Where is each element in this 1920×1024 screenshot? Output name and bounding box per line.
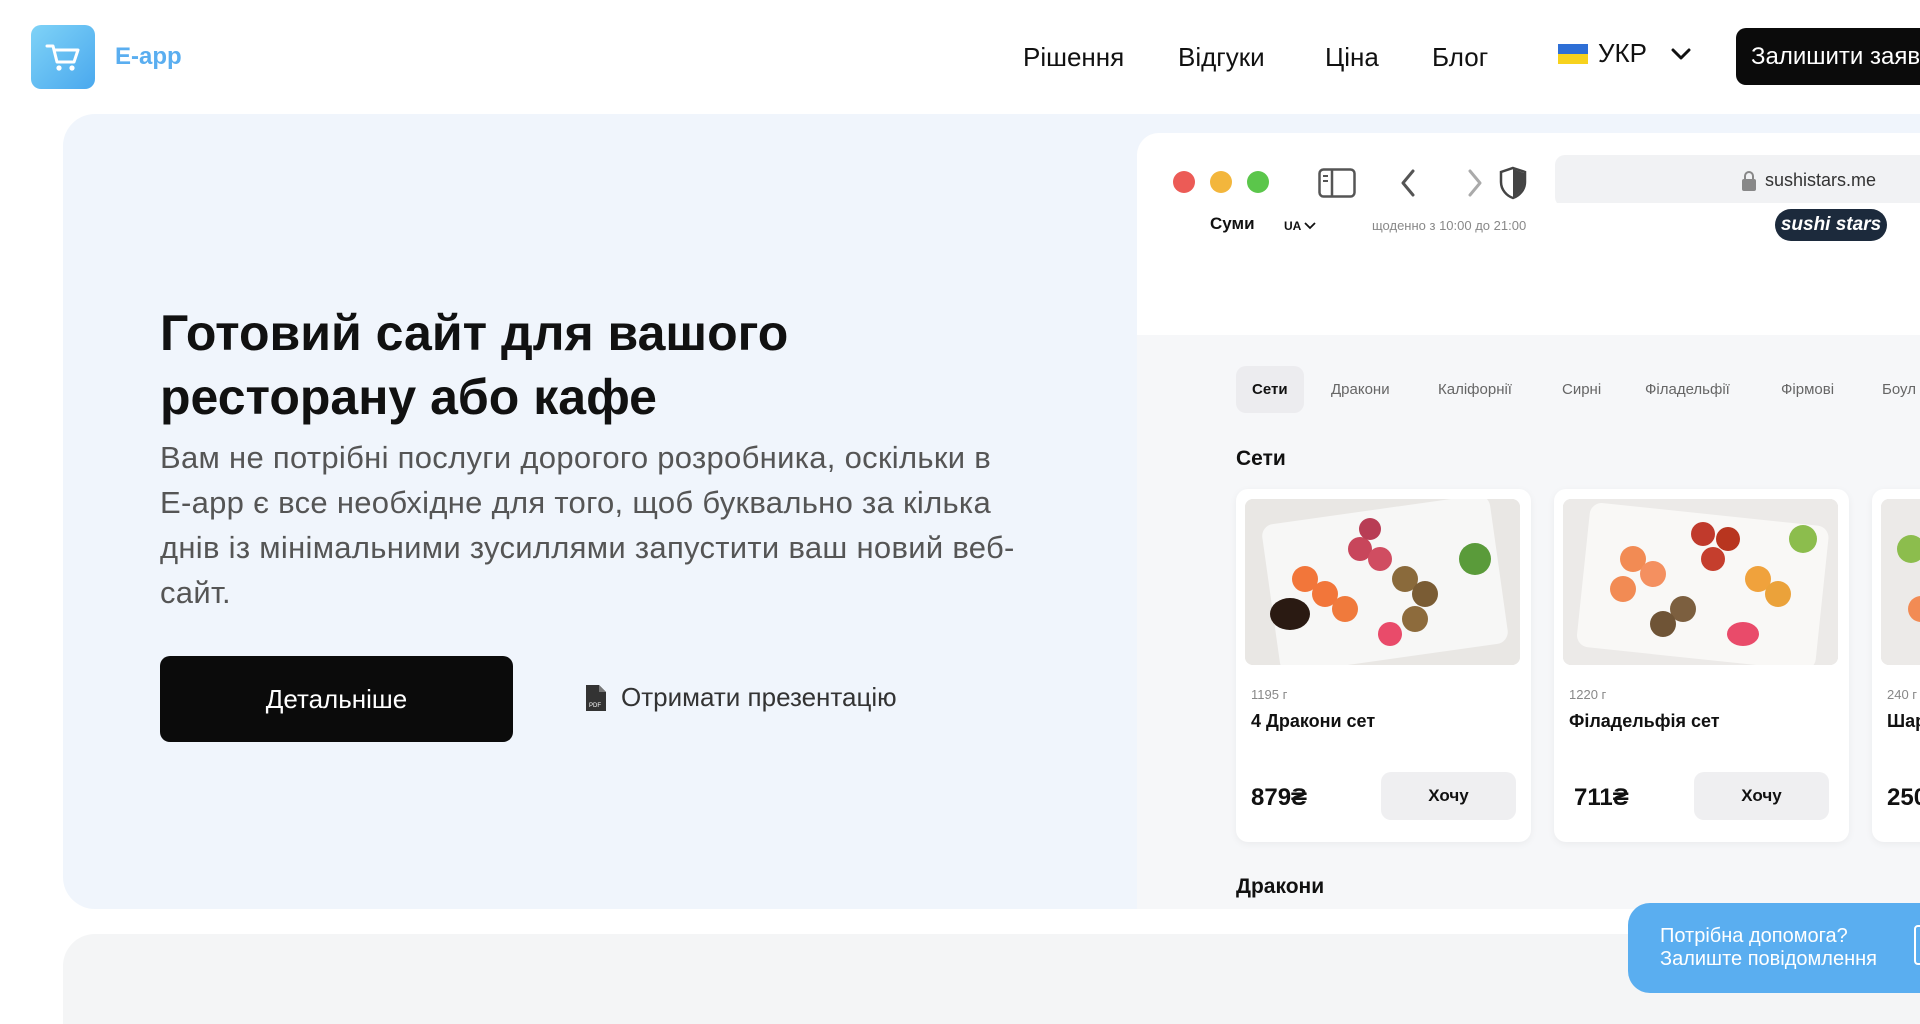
- product-price: 711₴: [1574, 784, 1629, 811]
- category-tab-philadelphias[interactable]: Філадельфії: [1645, 381, 1730, 398]
- leave-request-button[interactable]: Залишити заявку: [1736, 28, 1920, 85]
- chevron-down-icon: [1304, 222, 1316, 230]
- back-arrow-icon: [1401, 169, 1415, 197]
- nav-item-solutions[interactable]: Рішення: [1023, 42, 1124, 73]
- logo[interactable]: E-app: [31, 25, 182, 89]
- sushi-stars-logo[interactable]: sushi stars: [1775, 209, 1887, 241]
- lock-icon: [1742, 171, 1756, 191]
- shield-icon: [1499, 166, 1527, 200]
- product-card[interactable]: 1220 г Філадельфія сет 711₴ Хочу: [1554, 489, 1849, 842]
- chevron-down-icon: [1671, 48, 1691, 59]
- product-price: 250: [1887, 784, 1920, 811]
- opening-hours: щоденно з 10:00 до 21:00: [1372, 218, 1527, 233]
- address-bar[interactable]: sushistars.me: [1555, 155, 1920, 207]
- get-presentation-link[interactable]: PDF Отримати презентацію: [585, 682, 897, 713]
- hero-title: Готовий сайт для вашого ресторану або ка…: [160, 301, 980, 429]
- category-tab-dragons[interactable]: Дракони: [1331, 381, 1390, 398]
- cart-icon: [31, 25, 95, 89]
- close-window-dot: [1173, 171, 1195, 193]
- nav-item-price[interactable]: Ціна: [1325, 42, 1379, 73]
- product-image: [1881, 499, 1920, 665]
- minimize-window-dot: [1210, 171, 1232, 193]
- product-name: Філадельфія сет: [1569, 711, 1720, 731]
- language-selector[interactable]: УКР: [1558, 38, 1691, 69]
- browser-toolbar: sushistars.me: [1137, 133, 1920, 207]
- product-card[interactable]: 1195 г 4 Дракони сет 879₴ Хочу: [1236, 489, 1531, 842]
- category-tab-cheese[interactable]: Сирні: [1562, 381, 1601, 398]
- product-image: [1563, 499, 1838, 665]
- hero-title-line1: Готовий сайт для вашого: [160, 305, 789, 361]
- url-text: sushistars.me: [1765, 170, 1877, 190]
- product-weight: 240 г: [1887, 687, 1918, 702]
- product-name: 4 Дракони сет: [1251, 711, 1376, 731]
- svg-text:PDF: PDF: [589, 703, 601, 709]
- product-image: [1245, 499, 1520, 665]
- product-weight: 1220 г: [1569, 687, 1607, 702]
- help-chat-widget[interactable]: Потрібна допомога? Залиште повідомлення: [1628, 903, 1920, 993]
- sidebar-toggle-icon: [1318, 168, 1356, 198]
- hero-description: Вам не потрібні послуги дорогого розробн…: [160, 440, 1015, 610]
- category-tab-signature[interactable]: Фірмові: [1781, 381, 1834, 398]
- logo-text: E-app: [115, 43, 182, 70]
- site-language-selector[interactable]: UA: [1284, 219, 1316, 233]
- site-header: E-app Рішення Відгуки Ціна Блог УКР Зали…: [0, 0, 1920, 114]
- nav-item-blog[interactable]: Блог: [1432, 42, 1488, 73]
- city-selector[interactable]: Суми: [1210, 214, 1255, 234]
- section-title-sets: Сети: [1236, 447, 1286, 470]
- category-tab-californias[interactable]: Каліфорнії: [1438, 381, 1512, 398]
- product-card[interactable]: 240 г Шар 250: [1872, 489, 1920, 842]
- category-tab-bowl[interactable]: Боул: [1882, 381, 1916, 398]
- add-to-cart-button[interactable]: Хочу: [1381, 772, 1516, 820]
- product-price: 879₴: [1251, 784, 1308, 811]
- forward-arrow-icon: [1468, 169, 1482, 197]
- product-weight: 1195 г: [1251, 687, 1288, 702]
- add-to-cart-button[interactable]: Хочу: [1694, 772, 1829, 820]
- category-tab-sets[interactable]: Сети: [1236, 366, 1304, 413]
- section-title-dragons: Дракони: [1236, 875, 1325, 898]
- website-preview-mockup: sushistars.me Суми UA щоденно з 10:00 до…: [1137, 133, 1920, 909]
- chat-line2: Залиште повідомлення: [1660, 948, 1877, 970]
- message-icon: [1914, 925, 1920, 965]
- nav-item-reviews[interactable]: Відгуки: [1178, 42, 1265, 73]
- pdf-file-icon: PDF: [586, 684, 606, 711]
- more-details-button[interactable]: Детальніше: [160, 656, 513, 742]
- chat-line1: Потрібна допомога?: [1660, 925, 1848, 947]
- site-language-label: UA: [1284, 219, 1301, 233]
- get-presentation-label: Отримати презентацію: [621, 682, 897, 712]
- ukraine-flag-icon: [1558, 43, 1588, 64]
- product-name: Шар: [1887, 711, 1920, 731]
- language-label: УКР: [1598, 38, 1648, 68]
- hero-title-line2: ресторану або кафе: [160, 369, 657, 425]
- maximize-window-dot: [1247, 171, 1269, 193]
